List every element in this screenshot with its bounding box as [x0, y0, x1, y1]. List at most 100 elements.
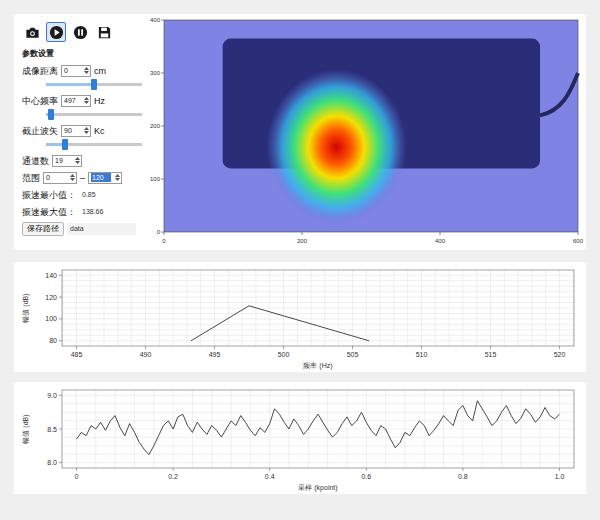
- down-arrow-icon[interactable]: [84, 131, 89, 134]
- plot-border: [164, 20, 578, 232]
- tick-label: 80: [49, 337, 57, 344]
- play-button[interactable]: [46, 22, 66, 42]
- tick-mark: [76, 346, 77, 349]
- tick-label: 400: [150, 17, 161, 23]
- slider-track[interactable]: [46, 83, 142, 86]
- tick-mark: [59, 395, 62, 396]
- plot-border: [62, 270, 574, 346]
- tick-mark: [59, 318, 62, 319]
- tick-label: 9.0: [47, 392, 57, 399]
- tick-label: 500: [278, 351, 290, 358]
- tick-mark: [578, 232, 579, 235]
- spectrum-svg: 48549049550050551051552080100120140频率 (H…: [14, 262, 586, 372]
- grid-line: [62, 302, 574, 303]
- spin-arrows[interactable]: [73, 157, 81, 164]
- down-arrow-icon[interactable]: [84, 71, 89, 74]
- tick-mark: [214, 346, 215, 349]
- unit-label: cm: [94, 65, 106, 77]
- tick-label: 520: [554, 351, 566, 358]
- path-field[interactable]: data: [67, 223, 136, 235]
- up-arrow-icon[interactable]: [115, 174, 120, 177]
- spin-box[interactable]: 19: [52, 155, 82, 167]
- slider-thumb[interactable]: [91, 79, 97, 90]
- tick-mark: [490, 346, 491, 349]
- grid-line: [62, 291, 574, 292]
- setting-line: 保存路径data: [22, 222, 136, 236]
- slider-track[interactable]: [46, 113, 142, 116]
- tick-label: 200: [150, 123, 161, 129]
- spin-box[interactable]: 120: [88, 172, 122, 184]
- setting-label: 截止波矢: [22, 125, 58, 137]
- down-arrow-icon[interactable]: [75, 161, 80, 164]
- setting-line: 通道数19: [22, 154, 136, 167]
- tick-mark: [302, 232, 303, 235]
- spin-arrows[interactable]: [82, 97, 90, 104]
- up-arrow-icon[interactable]: [75, 157, 80, 160]
- up-arrow-icon[interactable]: [84, 97, 89, 100]
- spin-arrows[interactable]: [68, 174, 76, 181]
- waveform-svg: 00.20.40.60.81.08.08.59.0采样 (kpoint)幅值 (…: [14, 382, 586, 494]
- grid-line: [62, 329, 574, 330]
- spin-arrows[interactable]: [113, 174, 121, 181]
- setting-row: 振速最大值：138.66: [22, 205, 136, 218]
- spin-arrows[interactable]: [82, 127, 90, 134]
- setting-row: 通道数19: [22, 154, 136, 167]
- down-arrow-icon[interactable]: [115, 178, 120, 181]
- readout-label: 振速最大值：: [22, 206, 76, 218]
- series-line: [191, 306, 369, 341]
- setting-row: 截止波矢 90 Kc: [22, 124, 136, 150]
- imaging-panel: 参数设置成像距离0cm中心频率497Hz截止波矢90Kc通道数19范围0–120…: [14, 14, 586, 250]
- save-path-button[interactable]: 保存路径: [22, 222, 64, 236]
- grid-line: [62, 445, 574, 446]
- spin-value[interactable]: 120: [91, 173, 111, 182]
- unit-label: Kc: [94, 125, 105, 137]
- spin-value[interactable]: 0: [62, 66, 82, 75]
- spin-box[interactable]: 0: [61, 65, 91, 77]
- setting-row: 保存路径data: [22, 222, 136, 236]
- down-arrow-icon[interactable]: [70, 178, 75, 181]
- tick-label: 200: [297, 238, 308, 244]
- camera-button[interactable]: [22, 22, 42, 42]
- spin-box[interactable]: 90: [61, 125, 91, 137]
- grid-line: [62, 395, 574, 396]
- save-button[interactable]: [94, 22, 114, 42]
- tick-label: 0: [162, 238, 166, 244]
- tick-label: 140: [45, 272, 57, 279]
- tick-label: 1.0: [555, 473, 565, 480]
- spin-arrows[interactable]: [82, 67, 90, 74]
- tick-mark: [59, 429, 62, 430]
- tick-mark: [161, 126, 164, 127]
- setting-row: 振速最小值：0.85: [22, 188, 136, 201]
- unit-label: Hz: [94, 95, 105, 107]
- series-line: [77, 401, 560, 455]
- spin-box[interactable]: 0: [43, 172, 77, 184]
- spin-value[interactable]: 497: [62, 96, 82, 105]
- setting-line: 成像距离0cm: [22, 64, 136, 77]
- settings-title: 参数设置: [22, 48, 136, 60]
- x-axis-label: 采样 (kpoint): [298, 484, 337, 492]
- pause-button[interactable]: [70, 22, 90, 42]
- slider-thumb[interactable]: [62, 139, 68, 150]
- up-arrow-icon[interactable]: [84, 127, 89, 130]
- slider-thumb[interactable]: [48, 109, 54, 120]
- tick-mark: [161, 20, 164, 21]
- tick-mark: [76, 468, 77, 471]
- spin-box[interactable]: 497: [61, 95, 91, 107]
- grid-line: [62, 318, 574, 319]
- tick-label: 505: [347, 351, 359, 358]
- grid-line: [62, 275, 574, 276]
- spin-value[interactable]: 19: [53, 156, 73, 165]
- down-arrow-icon[interactable]: [84, 101, 89, 104]
- readout-value: 0.85: [82, 189, 96, 201]
- tick-mark: [173, 468, 174, 471]
- grid-line: [62, 335, 574, 336]
- spin-value[interactable]: 90: [62, 126, 82, 135]
- up-arrow-icon[interactable]: [70, 174, 75, 177]
- slider-track[interactable]: [46, 143, 142, 146]
- spin-value[interactable]: 0: [44, 173, 68, 182]
- tick-label: 8.5: [47, 426, 57, 433]
- tick-mark: [421, 346, 422, 349]
- up-arrow-icon[interactable]: [84, 67, 89, 70]
- grid-line: [62, 462, 574, 463]
- heatmap-plot: 02004006000100200300400: [144, 14, 586, 250]
